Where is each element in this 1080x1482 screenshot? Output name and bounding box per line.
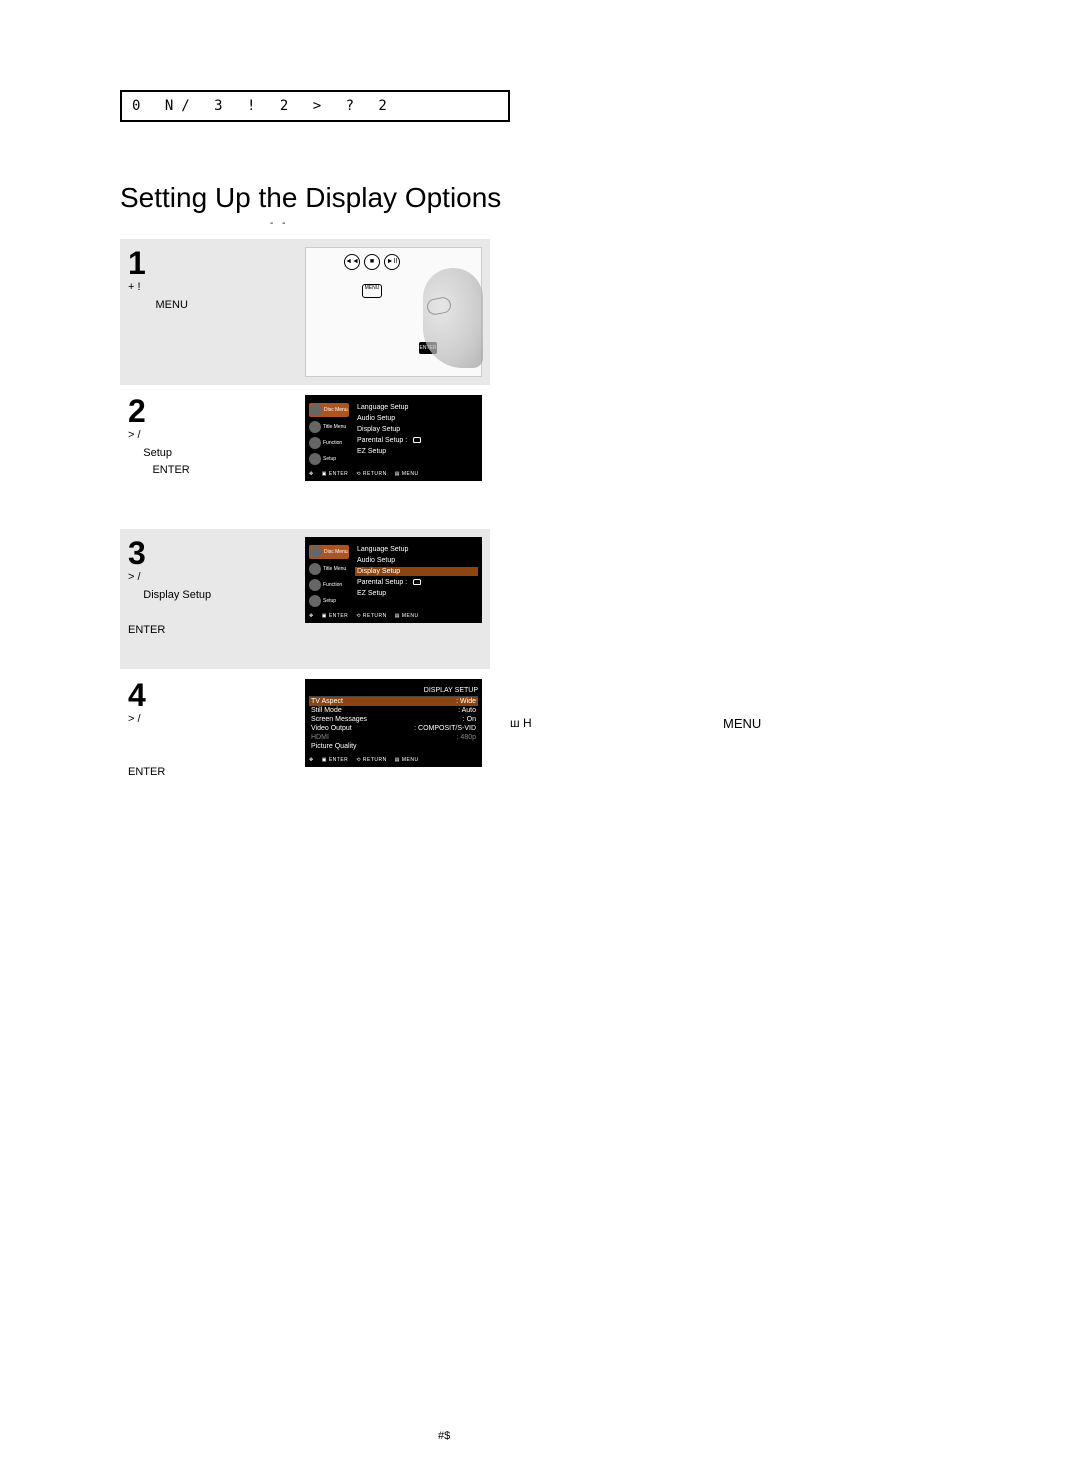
osd-tab-setup: Setup (309, 453, 349, 465)
header-text: 0 N/ 3 ! 2 > ? 2 (132, 98, 395, 114)
gear-icon (309, 595, 321, 607)
display-item: Picture Quality (309, 742, 478, 751)
osd-tab-function: Function (309, 437, 349, 449)
display-item: Video OutputCOMPOSIT/S-VID (309, 724, 478, 733)
display-setup-header: DISPLAY SETUP (309, 687, 478, 694)
step-sub: Setup (143, 447, 172, 459)
return-icon: ⟲ RETURN (356, 757, 386, 763)
prev-icon: ◄◄ (344, 254, 360, 270)
osd-item: Parental Setup : (355, 578, 478, 587)
osd-footer: ✥ ▣ ENTER ⟲ RETURN ▤ MENU (309, 757, 478, 763)
display-item-tv-aspect: TV AspectWide (309, 697, 478, 706)
osd-screen: Disc Menu Title Menu Function Setup Lang… (305, 395, 482, 481)
title-icon (309, 563, 321, 575)
osd-item: Language Setup (355, 545, 478, 554)
move-icon: ✥ (309, 613, 314, 619)
enter-icon: ▣ ENTER (322, 613, 349, 619)
osd-tab-title-menu: Title Menu (309, 421, 349, 433)
osd-tab-function: Function (309, 579, 349, 591)
osd-tab-title-menu: Title Menu (309, 563, 349, 575)
remote-illustration: ◄◄ ■ ►II MENU ENTER (305, 247, 482, 377)
osd-tab-disc-menu: Disc Menu (309, 403, 349, 417)
function-icon (309, 579, 321, 591)
title-icon (309, 421, 321, 433)
menu-icon: ▤ MENU (395, 613, 419, 619)
move-icon: ✥ (309, 757, 314, 763)
osd-footer: ✥ ▣ ENTER ⟲ RETURN ▤ MENU (309, 471, 478, 477)
lock-icon (413, 579, 421, 585)
osd-tab-setup: Setup (309, 595, 349, 607)
step-text-prefix: > / (128, 713, 141, 725)
page-number: #$ (438, 1430, 450, 1442)
step-sub: Display Setup (143, 589, 211, 601)
step-key: MENU (156, 299, 188, 311)
step-1-row: 1 + ! MENU ◄◄ ■ ►II MENU ENTER (120, 239, 490, 385)
enter-icon: ▣ ENTER (322, 757, 349, 763)
lock-icon (413, 437, 421, 443)
move-icon: ✥ (309, 471, 314, 477)
step-number: 2 (128, 395, 299, 427)
osd-tab-disc-menu: Disc Menu (309, 545, 349, 559)
display-item: Screen MessagesOn (309, 715, 478, 724)
step-number: 4 (128, 679, 299, 711)
play-icon: ►II (384, 254, 400, 270)
osd-item: Parental Setup : (355, 436, 478, 445)
menu-icon: ▤ MENU (395, 471, 419, 477)
osd-footer: ✥ ▣ ENTER ⟲ RETURN ▤ MENU (309, 613, 478, 619)
osd-item: EZ Setup (355, 447, 478, 456)
step-text-prefix: + ! (128, 281, 141, 293)
side-note-menu: MENU (723, 716, 761, 731)
step-3-row: 3 > / Display Setup ENTER Disc Menu Titl… (120, 529, 490, 669)
step-number: 1 (128, 247, 299, 279)
osd-item: EZ Setup (355, 589, 478, 598)
step-4-row: 4 > / ENTER DISPLAY SETUP TV AspectWide … (120, 671, 490, 811)
step-key: ENTER (152, 464, 189, 476)
step-key: ENTER (128, 766, 165, 778)
disc-icon (310, 546, 322, 558)
enter-icon: ▣ ENTER (322, 471, 349, 477)
header-box: 0 N/ 3 ! 2 > ? 2 (120, 90, 510, 122)
osd-item: Audio Setup (355, 414, 478, 423)
osd-item: Audio Setup (355, 556, 478, 565)
function-icon (309, 437, 321, 449)
return-icon: ⟲ RETURN (356, 613, 386, 619)
osd-item: Display Setup (355, 425, 478, 434)
osd-item-highlighted: Display Setup (355, 567, 478, 576)
gear-icon (309, 453, 321, 465)
return-icon: ⟲ RETURN (356, 471, 386, 477)
stop-icon: ■ (364, 254, 380, 270)
osd-display-setup-screen: DISPLAY SETUP TV AspectWide Still ModeAu… (305, 679, 482, 767)
menu-icon: ▤ MENU (395, 757, 419, 763)
display-item-hdmi: HDMI480p (309, 733, 478, 742)
step-2-row: 2 > / Setup ENTER Disc Menu Title Menu F… (120, 387, 490, 527)
step-text-prefix: > / (128, 571, 141, 583)
step-text-prefix: > / (128, 429, 141, 441)
display-item: Still ModeAuto (309, 706, 478, 715)
step-number: 3 (128, 537, 299, 569)
menu-button-icon: MENU (362, 284, 382, 298)
osd-item: Language Setup (355, 403, 478, 412)
hand-graphic (423, 268, 483, 368)
step-key: ENTER (128, 624, 165, 636)
osd-screen: Disc Menu Title Menu Function Setup Lang… (305, 537, 482, 623)
side-note: ш H (510, 716, 532, 730)
disc-icon (310, 404, 322, 416)
section-title: Setting Up the Display Options (120, 182, 960, 214)
subtitle: - - (270, 218, 960, 229)
